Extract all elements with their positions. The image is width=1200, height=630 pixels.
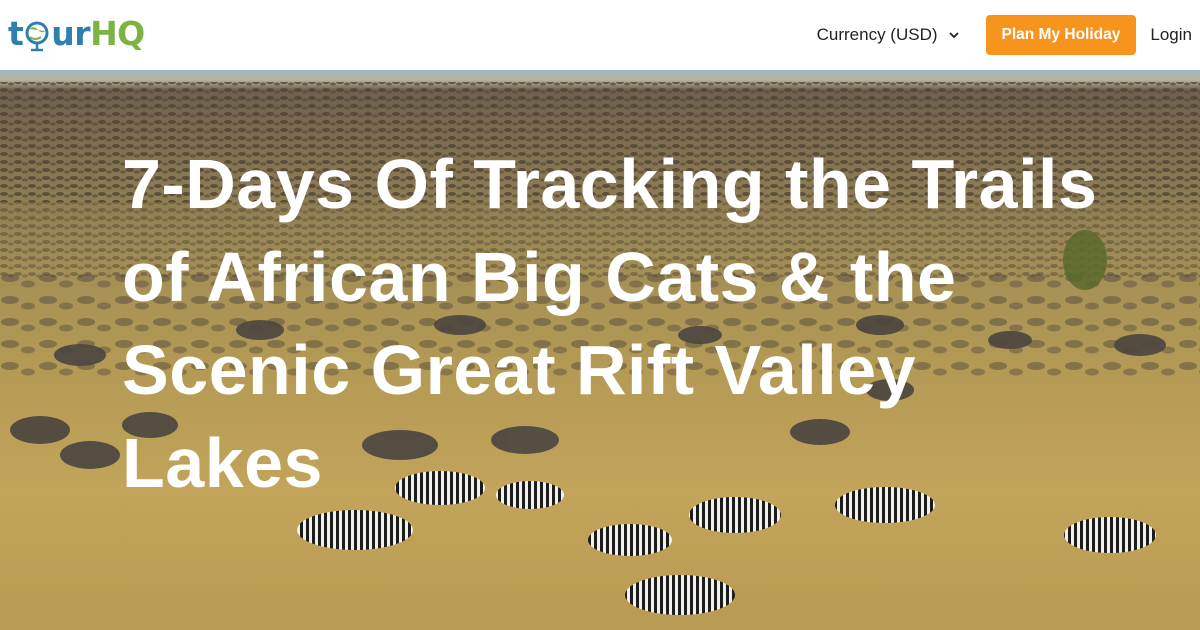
hero-banner: 7-Days Of Tracking the Trails of African… [0,70,1200,630]
login-link[interactable]: Login [1150,25,1192,45]
globe-icon [25,21,49,51]
logo-letters-hq: HQ [90,14,145,54]
plan-my-holiday-button[interactable]: Plan My Holiday [985,15,1137,55]
top-navigation-bar: t urHQ Currency (USD) Plan My Holiday Lo… [0,0,1200,70]
currency-selector[interactable]: Currency (USD) [817,25,960,45]
logo-letters-ur: ur [51,14,91,54]
logo-letter-t: t [8,14,24,54]
header-actions: Currency (USD) Plan My Holiday Login [817,0,1200,70]
logo-wordmark: t urHQ [8,17,145,53]
tourhq-logo[interactable]: t urHQ [8,12,145,58]
tour-title: 7-Days Of Tracking the Trails of African… [122,145,1098,503]
chevron-down-icon [948,32,959,39]
currency-label: Currency (USD) [816,25,938,44]
